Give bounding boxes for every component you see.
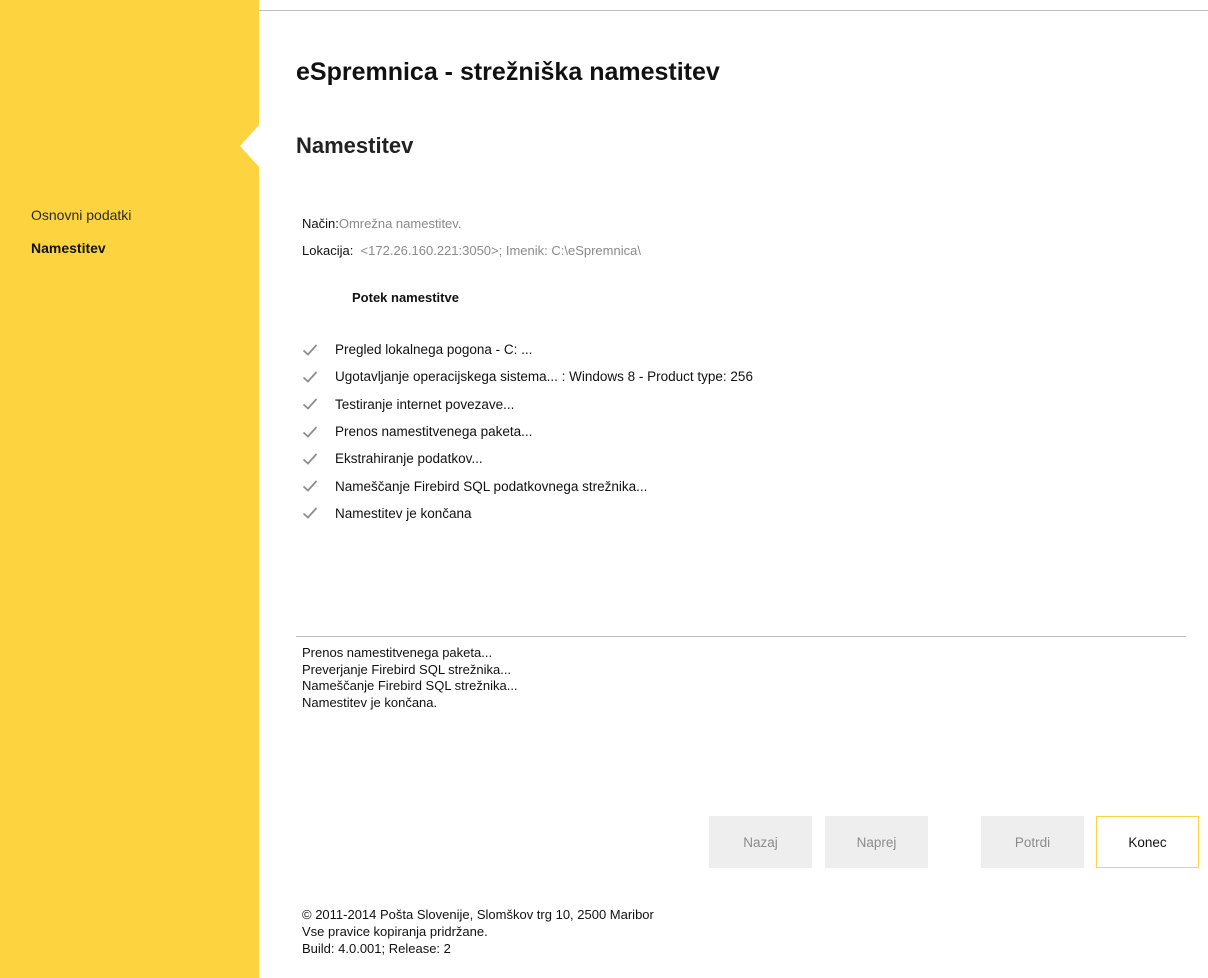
- list-item: Testiranje internet povezave...: [302, 391, 753, 418]
- mode-row: Način:Omrežna namestitev.: [302, 216, 461, 231]
- footer-rights: Vse pravice kopiranja pridržane.: [302, 924, 488, 939]
- footer-copyright: © 2011-2014 Pošta Slovenije, Slomškov tr…: [302, 907, 654, 922]
- list-item: Pregled lokalnega pogona - C: ...: [302, 336, 753, 363]
- step-label: Ugotavljanje operacijskega sistema... : …: [335, 369, 753, 385]
- mode-label: Način:: [302, 216, 339, 231]
- list-item: Ekstrahiranje podatkov...: [302, 445, 753, 472]
- step-label: Testiranje internet povezave...: [335, 396, 515, 412]
- steps-list: Pregled lokalnega pogona - C: ... Ugotav…: [302, 336, 753, 527]
- app-title: eSpremnica - strežniška namestitev: [296, 58, 720, 86]
- footer: © 2011-2014 Pošta Slovenije, Slomškov tr…: [302, 906, 654, 957]
- steps-heading: Potek namestitve: [352, 290, 459, 305]
- next-button[interactable]: Naprej: [825, 816, 928, 868]
- sidebar-item-namestitev[interactable]: Namestitev: [31, 240, 106, 256]
- location-value: <172.26.160.221:3050>; Imenik: C:\eSprem…: [360, 243, 641, 258]
- log-line: Preverjanje Firebird SQL strežnika...: [302, 661, 512, 677]
- sidebar-item-osnovni-podatki[interactable]: Osnovni podatki: [31, 207, 131, 223]
- sidebar-active-pointer: [240, 124, 260, 168]
- location-row: Lokacija: <172.26.160.221:3050>; Imenik:…: [302, 243, 641, 258]
- check-icon: [302, 396, 318, 412]
- check-icon: [302, 505, 318, 521]
- list-item: Prenos namestitvenega paketa...: [302, 418, 753, 445]
- list-item: Namestitev je končana: [302, 500, 753, 527]
- back-button[interactable]: Nazaj: [709, 816, 812, 868]
- list-item: Ugotavljanje operacijskega sistema... : …: [302, 363, 753, 390]
- step-label: Namestitev je končana: [335, 505, 472, 521]
- section-title: Namestitev: [296, 133, 414, 158]
- check-icon: [302, 342, 318, 358]
- log-line: Nameščanje Firebird SQL strežnika...: [302, 678, 518, 693]
- step-label: Prenos namestitvenega paketa...: [335, 424, 533, 440]
- check-icon: [302, 424, 318, 440]
- step-label: Nameščanje Firebird SQL podatkovnega str…: [335, 478, 648, 494]
- step-label: Ekstrahiranje podatkov...: [335, 451, 483, 467]
- top-divider: [259, 10, 1208, 11]
- check-icon: [302, 478, 318, 494]
- check-icon: [302, 451, 318, 467]
- footer-build: Build: 4.0.001; Release: 2: [302, 941, 451, 956]
- check-icon: [302, 369, 318, 385]
- install-log: Prenos namestitvenega paketa... Preverja…: [302, 645, 518, 711]
- log-divider: [296, 636, 1186, 637]
- confirm-button[interactable]: Potrdi: [981, 816, 1084, 868]
- step-label: Pregled lokalnega pogona - C: ...: [335, 342, 533, 358]
- log-line: Namestitev je končana.: [302, 694, 438, 710]
- mode-value: Omrežna namestitev.: [338, 216, 462, 231]
- location-label: Lokacija:: [302, 243, 354, 258]
- log-line: Prenos namestitvenega paketa...: [302, 645, 493, 660]
- sidebar: Osnovni podatki Namestitev: [0, 0, 260, 978]
- list-item: Nameščanje Firebird SQL podatkovnega str…: [302, 472, 753, 499]
- finish-button[interactable]: Konec: [1096, 816, 1199, 868]
